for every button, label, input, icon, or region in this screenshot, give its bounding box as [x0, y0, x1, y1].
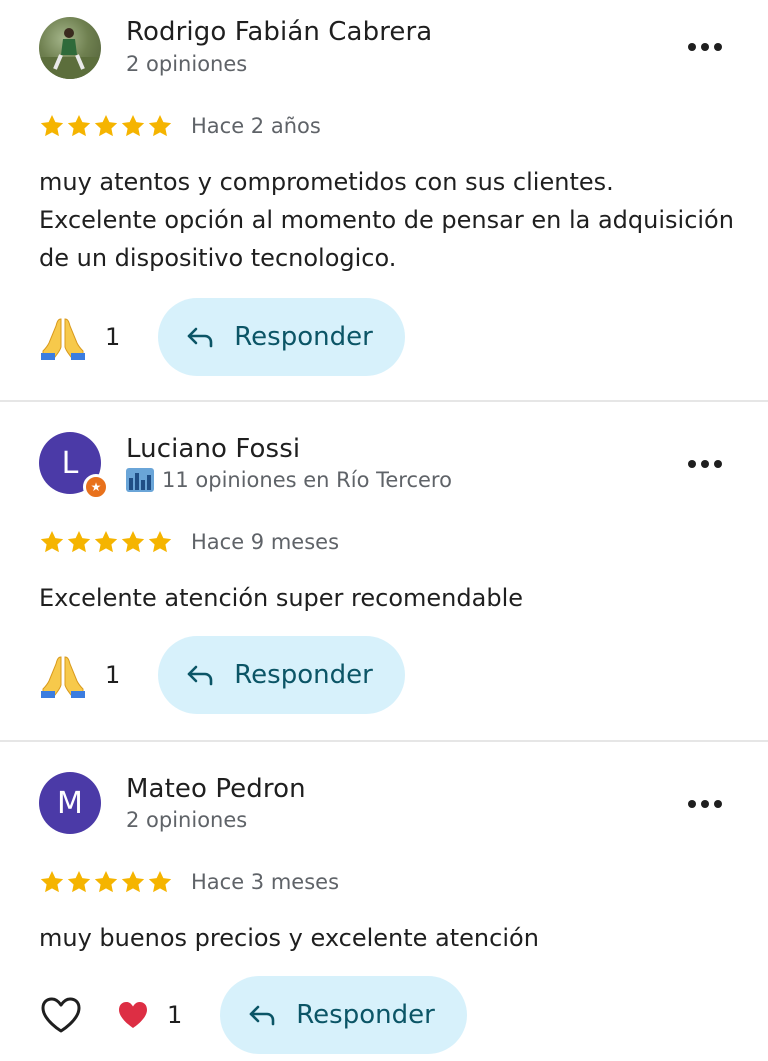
red-heart-emoji-icon: [119, 1002, 147, 1028]
more-dot: [714, 800, 722, 808]
review-actions: 1 Responder: [39, 298, 405, 376]
reaction-count: 1: [167, 1001, 183, 1029]
star-icon: [39, 113, 65, 139]
star-icon: [66, 529, 92, 555]
heart-outline-icon[interactable]: [39, 995, 83, 1035]
avatar-photo-icon: [39, 28, 101, 79]
author-meta: 2 opiniones: [126, 52, 247, 76]
review-card: M Mateo Pedron 2 opiniones Hace 3 meses …: [0, 742, 768, 1061]
avatar-letter: L: [61, 445, 79, 481]
review-count: 11 opiniones en Río Tercero: [162, 468, 452, 492]
review-actions: 1 Responder: [39, 976, 467, 1054]
reply-arrow-icon: [248, 1004, 276, 1026]
review-text: Excelente atención super recomendable: [39, 584, 523, 612]
star-icon: [66, 113, 92, 139]
reply-arrow-icon: [186, 664, 214, 686]
star-icon: [147, 529, 173, 555]
more-options-button[interactable]: [688, 799, 722, 809]
author-name[interactable]: Mateo Pedron: [126, 774, 306, 804]
reply-label: Responder: [296, 1000, 435, 1030]
more-dot: [701, 800, 709, 808]
star-icon: [93, 529, 119, 555]
author-name[interactable]: Luciano Fossi: [126, 434, 300, 464]
reaction-summary[interactable]: 1: [39, 313, 120, 361]
reply-button[interactable]: Responder: [220, 976, 467, 1054]
star-icon: [147, 113, 173, 139]
more-dot: [688, 43, 696, 51]
folded-hands-emoji-icon: [39, 313, 87, 361]
star-icon: [93, 869, 119, 895]
review-count: 2 opiniones: [126, 808, 248, 832]
reply-arrow-icon: [186, 326, 214, 348]
star-icon: [147, 869, 173, 895]
avatar-letter: M: [57, 785, 83, 821]
star-icon: [120, 869, 146, 895]
review-actions: 1 Responder: [39, 636, 405, 714]
folded-hands-emoji-icon: [39, 651, 87, 699]
star-icon: [120, 529, 146, 555]
avatar[interactable]: L ★: [39, 432, 109, 500]
more-options-button[interactable]: [688, 42, 722, 52]
avatar[interactable]: M: [39, 772, 101, 834]
star-icon: [93, 113, 119, 139]
review-text: muy atentos y comprometidos con sus clie…: [39, 168, 734, 272]
reaction-summary[interactable]: 1: [117, 1000, 182, 1030]
star-icon: [120, 113, 146, 139]
review-card: Rodrigo Fabián Cabrera 2 opiniones Hace …: [0, 0, 768, 400]
author-meta: 11 opiniones en Río Tercero: [126, 468, 452, 492]
avatar[interactable]: [39, 17, 101, 79]
more-options-button[interactable]: [688, 459, 722, 469]
review-date: Hace 3 meses: [191, 870, 340, 894]
star-rating: [39, 113, 173, 139]
reaction-summary[interactable]: 1: [39, 651, 120, 699]
review-date: Hace 9 meses: [191, 530, 340, 554]
star-icon: [39, 529, 65, 555]
reply-button[interactable]: Responder: [158, 298, 405, 376]
more-dot: [688, 800, 696, 808]
reply-label: Responder: [234, 660, 373, 690]
rating-row: Hace 3 meses: [39, 869, 339, 895]
more-dot: [714, 460, 722, 468]
more-dot: [688, 460, 696, 468]
more-dot: [701, 460, 709, 468]
star-icon: [66, 869, 92, 895]
local-guide-badge-icon: ★: [83, 474, 109, 500]
review-card: L ★ Luciano Fossi 11 opiniones en Río Te…: [0, 402, 768, 740]
author-meta: 2 opiniones: [126, 808, 247, 832]
reply-button[interactable]: Responder: [158, 636, 405, 714]
star-icon: [39, 869, 65, 895]
review-text: muy buenos precios y excelente atención: [39, 924, 539, 952]
star-rating: [39, 869, 173, 895]
author-name[interactable]: Rodrigo Fabián Cabrera: [126, 17, 432, 47]
city-icon: [126, 468, 154, 492]
reaction-count: 1: [105, 661, 121, 689]
review-date: Hace 2 años: [191, 114, 321, 138]
star-rating: [39, 529, 173, 555]
reply-label: Responder: [234, 322, 373, 352]
review-count: 2 opiniones: [126, 52, 248, 76]
rating-row: Hace 2 años: [39, 113, 321, 139]
more-dot: [701, 43, 709, 51]
reaction-count: 1: [105, 323, 121, 351]
more-dot: [714, 43, 722, 51]
rating-row: Hace 9 meses: [39, 529, 339, 555]
